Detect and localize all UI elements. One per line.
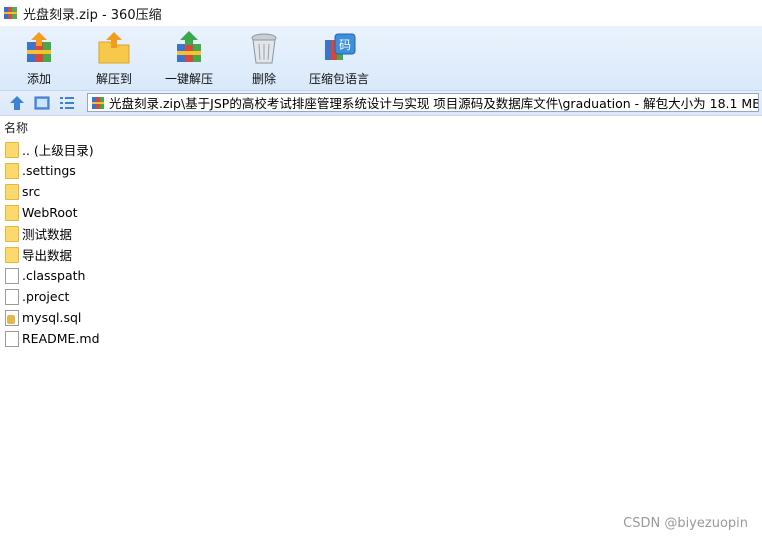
file-icon (5, 288, 19, 305)
add-button[interactable]: 添加 (2, 30, 76, 88)
up-arrow-icon[interactable] (8, 95, 26, 111)
column-header-name[interactable]: 名称 (0, 119, 28, 137)
path-field[interactable]: 光盘刻录.zip\基于JSP的高校考试排座管理系统设计与实现 项目源码及数据库文… (87, 93, 759, 112)
file-name: .classpath (22, 268, 86, 283)
extract-to-folder-icon (96, 30, 132, 66)
one-click-extract-icon (171, 30, 207, 66)
file-list: .. (上级目录) .settings src WebRoot 测试数据 导出数… (0, 139, 762, 349)
file-name: src (22, 184, 41, 199)
file-name: 导出数据 (22, 248, 73, 263)
file-name: .. (上级目录) (22, 143, 94, 158)
archive-icon (91, 96, 105, 110)
archive-language-button-label: 压缩包语言 (308, 72, 369, 86)
winrar-books-icon (3, 5, 19, 21)
language-badge: 码 (339, 38, 351, 52)
extract-to-button-label: 解压到 (95, 72, 132, 86)
list-item[interactable]: 导出数据 (0, 244, 762, 265)
file-name: WebRoot (22, 205, 78, 220)
list-item[interactable]: mysql.sql (0, 307, 762, 328)
toolbar: 添加 解压到 一键解压 删除 码 压缩包语言 (0, 26, 762, 91)
window-title: 光盘刻录.zip - 360压缩 (23, 7, 162, 23)
folder-icon (5, 183, 19, 200)
list-view-icon[interactable] (58, 95, 76, 111)
list-item[interactable]: .. (上级目录) (0, 139, 762, 160)
list-item[interactable]: .settings (0, 160, 762, 181)
watermark: CSDN @biyezuopin (623, 516, 748, 531)
folder-icon (5, 141, 19, 158)
list-item[interactable]: .classpath (0, 265, 762, 286)
extract-to-button[interactable]: 解压到 (77, 30, 151, 88)
file-name: .settings (22, 163, 76, 178)
list-item[interactable]: src (0, 181, 762, 202)
title-bar: 光盘刻录.zip - 360压缩 (0, 0, 762, 26)
list-item[interactable]: .project (0, 286, 762, 307)
list-item[interactable]: README.md (0, 328, 762, 349)
one-click-extract-button-label: 一键解压 (164, 72, 213, 86)
list-item[interactable]: 测试数据 (0, 223, 762, 244)
add-archive-icon (21, 30, 57, 66)
thumbnail-view-icon[interactable] (33, 95, 51, 111)
file-name: .project (22, 289, 70, 304)
file-icon (5, 267, 19, 284)
path-text: 光盘刻录.zip\基于JSP的高校考试排座管理系统设计与实现 项目源码及数据库文… (109, 96, 759, 111)
address-bar: 光盘刻录.zip\基于JSP的高校考试排座管理系统设计与实现 项目源码及数据库文… (0, 91, 762, 116)
list-item[interactable]: WebRoot (0, 202, 762, 223)
folder-icon (5, 246, 19, 263)
archive-language-icon: 码 (321, 30, 357, 66)
one-click-extract-button[interactable]: 一键解压 (152, 30, 226, 88)
trash-can-icon (246, 30, 282, 66)
sql-file-icon (5, 309, 19, 326)
folder-icon (5, 204, 19, 221)
file-name: 测试数据 (22, 227, 73, 242)
delete-button-label: 删除 (251, 72, 276, 86)
delete-button[interactable]: 删除 (227, 30, 301, 88)
archive-language-button[interactable]: 码 压缩包语言 (302, 30, 376, 88)
file-name: README.md (22, 331, 100, 346)
file-name: mysql.sql (22, 310, 82, 325)
file-icon (5, 330, 19, 347)
folder-icon (5, 225, 19, 242)
add-button-label: 添加 (26, 72, 51, 86)
folder-icon (5, 162, 19, 179)
